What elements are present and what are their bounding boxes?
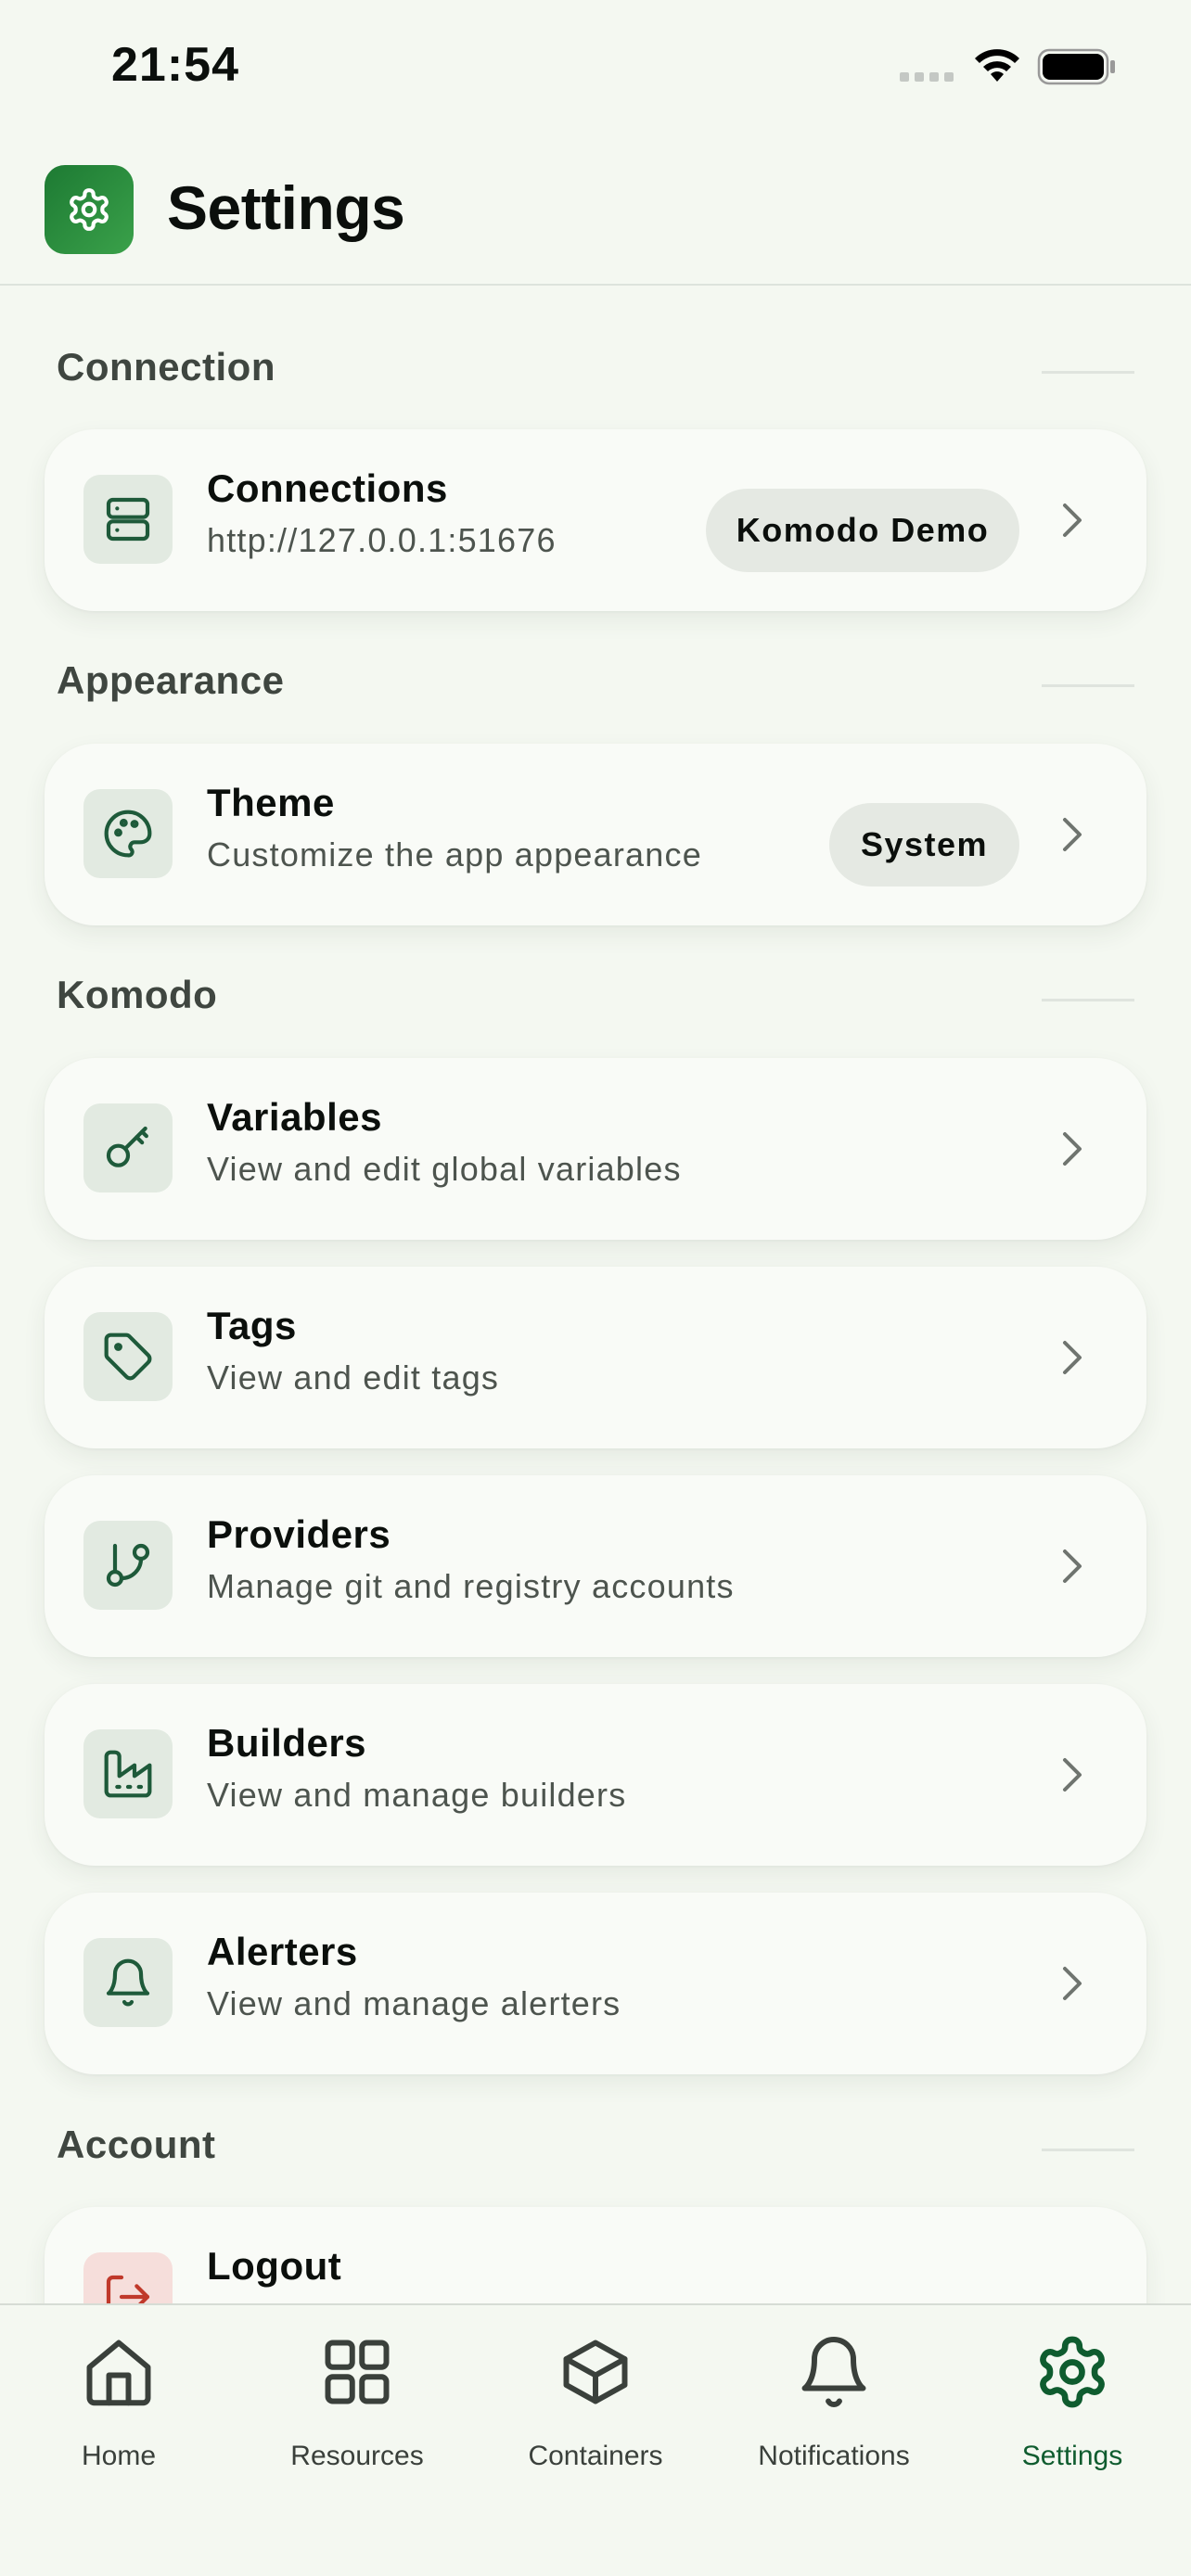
theme-row[interactable]: Theme Customize the app appearance Syste… bbox=[45, 744, 1146, 925]
tab-home[interactable]: Home bbox=[0, 2305, 237, 2491]
factory-icon bbox=[83, 1729, 173, 1818]
tag-icon bbox=[83, 1312, 173, 1401]
tab-label: Resources bbox=[290, 2441, 424, 2471]
row-subtitle: View and edit tags bbox=[207, 1358, 500, 1396]
row-title: Theme bbox=[207, 781, 335, 824]
cellular-signal-icon bbox=[900, 72, 954, 82]
home-icon bbox=[86, 2340, 151, 2406]
palette-icon bbox=[83, 789, 173, 878]
tab-bar: Home Resources Containers Notifications … bbox=[0, 2303, 1191, 2576]
section-header-account: Account bbox=[57, 2123, 1134, 2178]
tags-row[interactable]: Tags View and edit tags bbox=[45, 1267, 1146, 1448]
section-divider bbox=[1042, 2149, 1134, 2151]
page-title: Settings bbox=[167, 173, 405, 242]
grid-icon bbox=[325, 2340, 390, 2404]
section-title: Komodo bbox=[57, 973, 218, 1016]
theme-value-badge: System bbox=[829, 803, 1019, 886]
connections-row[interactable]: Connections http://127.0.0.1:51676 Komod… bbox=[45, 429, 1146, 611]
tab-label: Settings bbox=[1021, 2441, 1123, 2471]
tab-resources[interactable]: Resources bbox=[238, 2305, 476, 2491]
git-branch-icon bbox=[83, 1521, 173, 1610]
logout-row[interactable]: Logout bbox=[45, 2207, 1146, 2304]
section-divider bbox=[1042, 999, 1134, 1001]
section-header-appearance: Appearance bbox=[57, 658, 1134, 714]
variables-row[interactable]: Variables View and edit global variables bbox=[45, 1058, 1146, 1240]
chevron-right-icon bbox=[1063, 1341, 1082, 1374]
gear-icon bbox=[1040, 2336, 1105, 2408]
tab-settings[interactable]: Settings bbox=[954, 2305, 1191, 2491]
bell-icon bbox=[83, 1938, 173, 2027]
chevron-right-icon bbox=[1063, 1758, 1082, 1792]
box-icon bbox=[563, 2340, 628, 2404]
key-icon bbox=[83, 1103, 173, 1192]
server-icon bbox=[83, 475, 173, 564]
chevron-right-icon bbox=[1063, 1132, 1082, 1166]
section-header-connection: Connection bbox=[57, 345, 1134, 401]
row-title: Alerters bbox=[207, 1930, 358, 1973]
chevron-right-icon bbox=[1063, 1549, 1082, 1583]
wifi-icon bbox=[975, 49, 1019, 82]
chevron-right-icon bbox=[1063, 818, 1082, 851]
section-title: Account bbox=[57, 2123, 216, 2166]
row-subtitle: Customize the app appearance bbox=[207, 835, 702, 874]
alerters-row[interactable]: Alerters View and manage alerters bbox=[45, 1893, 1146, 2074]
gear-icon bbox=[70, 188, 109, 231]
tab-label: Containers bbox=[528, 2441, 663, 2471]
page-header: Settings bbox=[0, 139, 1191, 286]
builders-row[interactable]: Builders View and manage builders bbox=[45, 1684, 1146, 1866]
section-header-komodo: Komodo bbox=[57, 973, 1134, 1028]
row-subtitle: View and manage alerters bbox=[207, 1984, 621, 2022]
app-logo bbox=[45, 165, 134, 254]
chevron-right-icon bbox=[1063, 504, 1082, 537]
status-bar: 21:54 bbox=[0, 0, 1191, 139]
tab-label: Home bbox=[81, 2441, 157, 2471]
row-title: Providers bbox=[207, 1512, 391, 1556]
logout-label: Logout bbox=[207, 2244, 342, 2288]
section-title: Connection bbox=[57, 345, 275, 389]
section-divider bbox=[1042, 684, 1134, 687]
row-subtitle: View and manage builders bbox=[207, 1776, 627, 1814]
row-subtitle: View and edit global variables bbox=[207, 1150, 682, 1188]
row-title: Variables bbox=[207, 1095, 382, 1139]
tab-label: Notifications bbox=[758, 2441, 910, 2471]
chevron-right-icon bbox=[1063, 1967, 1082, 2000]
providers-row[interactable]: Providers Manage git and registry accoun… bbox=[45, 1475, 1146, 1657]
active-connection-badge: Komodo Demo bbox=[706, 489, 1019, 572]
tab-containers[interactable]: Containers bbox=[477, 2305, 714, 2491]
tab-notifications[interactable]: Notifications bbox=[715, 2305, 953, 2491]
row-title: Connections bbox=[207, 466, 448, 510]
settings-list[interactable]: Connection Connections http://127.0.0.1:… bbox=[0, 287, 1191, 2304]
logout-icon bbox=[83, 2252, 173, 2304]
section-divider bbox=[1042, 371, 1134, 374]
row-title: Builders bbox=[207, 1721, 367, 1765]
row-title: Tags bbox=[207, 1304, 297, 1347]
status-time: 21:54 bbox=[111, 38, 239, 92]
bell-icon bbox=[801, 2337, 866, 2407]
row-subtitle: Manage git and registry accounts bbox=[207, 1567, 735, 1605]
section-title: Appearance bbox=[57, 658, 285, 702]
battery-icon bbox=[1037, 48, 1115, 85]
connection-url: http://127.0.0.1:51676 bbox=[207, 521, 557, 559]
